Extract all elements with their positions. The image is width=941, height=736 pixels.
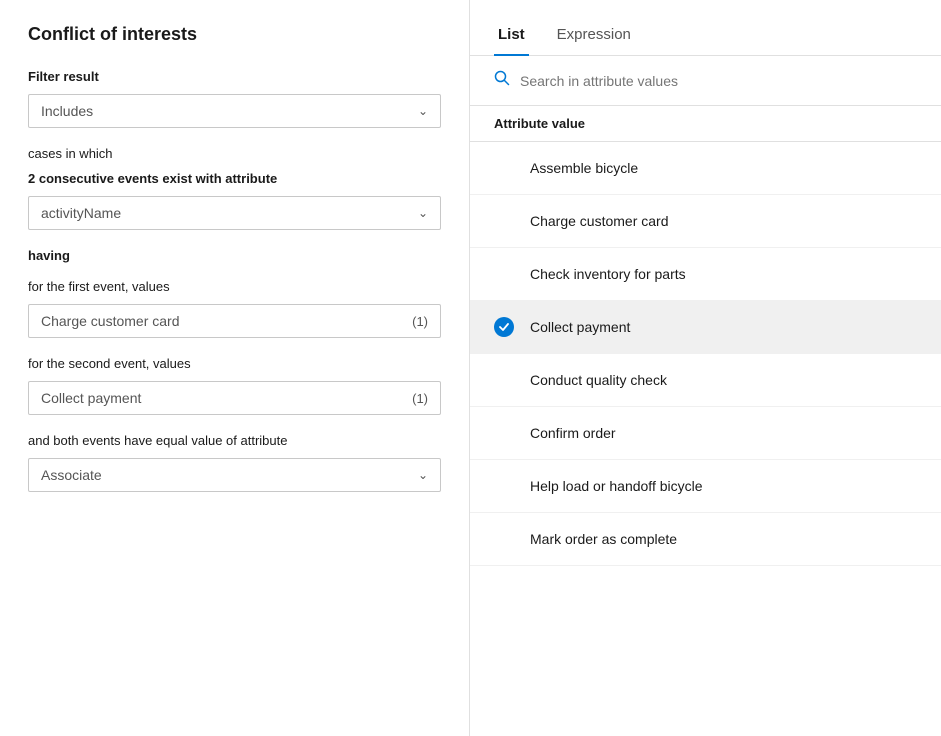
search-icon bbox=[494, 70, 510, 91]
cases-in-which-label: cases in which bbox=[28, 146, 441, 161]
associate-dropdown[interactable]: Associate ⌄ bbox=[28, 458, 441, 492]
chevron-down-icon: ⌄ bbox=[418, 468, 428, 482]
unselected-icon bbox=[494, 476, 514, 496]
search-input[interactable] bbox=[520, 73, 917, 89]
right-panel: List Expression Attribute value Assemble… bbox=[470, 0, 941, 736]
equal-value-label: and both events have equal value of attr… bbox=[28, 433, 441, 448]
consecutive-events-label: 2 consecutive events exist with attribut… bbox=[28, 171, 441, 186]
first-event-value: Charge customer card bbox=[41, 313, 412, 329]
search-bar bbox=[470, 56, 941, 106]
tab-list[interactable]: List bbox=[494, 18, 529, 55]
item-label: Charge customer card bbox=[530, 213, 669, 229]
cases-in-which-section: cases in which 2 consecutive events exis… bbox=[28, 146, 441, 230]
page-title: Conflict of interests bbox=[28, 24, 441, 45]
equal-value-section: and both events have equal value of attr… bbox=[28, 433, 441, 492]
attribute-dropdown-value: activityName bbox=[41, 205, 418, 221]
second-event-section: for the second event, values Collect pay… bbox=[28, 356, 441, 415]
left-panel: Conflict of interests Filter result Incl… bbox=[0, 0, 470, 736]
unselected-icon bbox=[494, 370, 514, 390]
item-label: Help load or handoff bicycle bbox=[530, 478, 703, 494]
first-event-field[interactable]: Charge customer card (1) bbox=[28, 304, 441, 338]
item-label: Assemble bicycle bbox=[530, 160, 638, 176]
second-event-label: for the second event, values bbox=[28, 356, 441, 371]
list-item[interactable]: Conduct quality check bbox=[470, 354, 941, 407]
second-event-field[interactable]: Collect payment (1) bbox=[28, 381, 441, 415]
item-label: Conduct quality check bbox=[530, 372, 667, 388]
unselected-icon bbox=[494, 211, 514, 231]
first-event-label: for the first event, values bbox=[28, 279, 441, 294]
filter-result-value: Includes bbox=[41, 103, 418, 119]
list-item[interactable]: Help load or handoff bicycle bbox=[470, 460, 941, 513]
list-item[interactable]: Confirm order bbox=[470, 407, 941, 460]
item-label: Check inventory for parts bbox=[530, 266, 686, 282]
filter-result-section: Filter result Includes ⌄ bbox=[28, 69, 441, 128]
having-label: having bbox=[28, 248, 441, 263]
tab-bar: List Expression bbox=[470, 0, 941, 56]
second-event-count: (1) bbox=[412, 391, 428, 406]
unselected-icon bbox=[494, 423, 514, 443]
item-label: Collect payment bbox=[530, 319, 630, 335]
attribute-list: Attribute value Assemble bicycle Charge … bbox=[470, 106, 941, 736]
chevron-down-icon: ⌄ bbox=[418, 206, 428, 220]
list-item-selected[interactable]: Collect payment bbox=[470, 301, 941, 354]
selected-icon bbox=[494, 317, 514, 337]
attribute-dropdown[interactable]: activityName ⌄ bbox=[28, 196, 441, 230]
unselected-icon bbox=[494, 529, 514, 549]
chevron-down-icon: ⌄ bbox=[418, 104, 428, 118]
item-label: Mark order as complete bbox=[530, 531, 677, 547]
having-section: having bbox=[28, 248, 441, 263]
filter-result-dropdown[interactable]: Includes ⌄ bbox=[28, 94, 441, 128]
list-item[interactable]: Check inventory for parts bbox=[470, 248, 941, 301]
item-label: Confirm order bbox=[530, 425, 616, 441]
second-event-value: Collect payment bbox=[41, 390, 412, 406]
list-item[interactable]: Mark order as complete bbox=[470, 513, 941, 566]
list-item[interactable]: Assemble bicycle bbox=[470, 142, 941, 195]
unselected-icon bbox=[494, 264, 514, 284]
tab-expression[interactable]: Expression bbox=[553, 18, 635, 55]
filter-result-label: Filter result bbox=[28, 69, 441, 84]
unselected-icon bbox=[494, 158, 514, 178]
first-event-section: for the first event, values Charge custo… bbox=[28, 279, 441, 338]
list-item[interactable]: Charge customer card bbox=[470, 195, 941, 248]
first-event-count: (1) bbox=[412, 314, 428, 329]
attribute-value-header: Attribute value bbox=[470, 106, 941, 142]
associate-dropdown-value: Associate bbox=[41, 467, 418, 483]
